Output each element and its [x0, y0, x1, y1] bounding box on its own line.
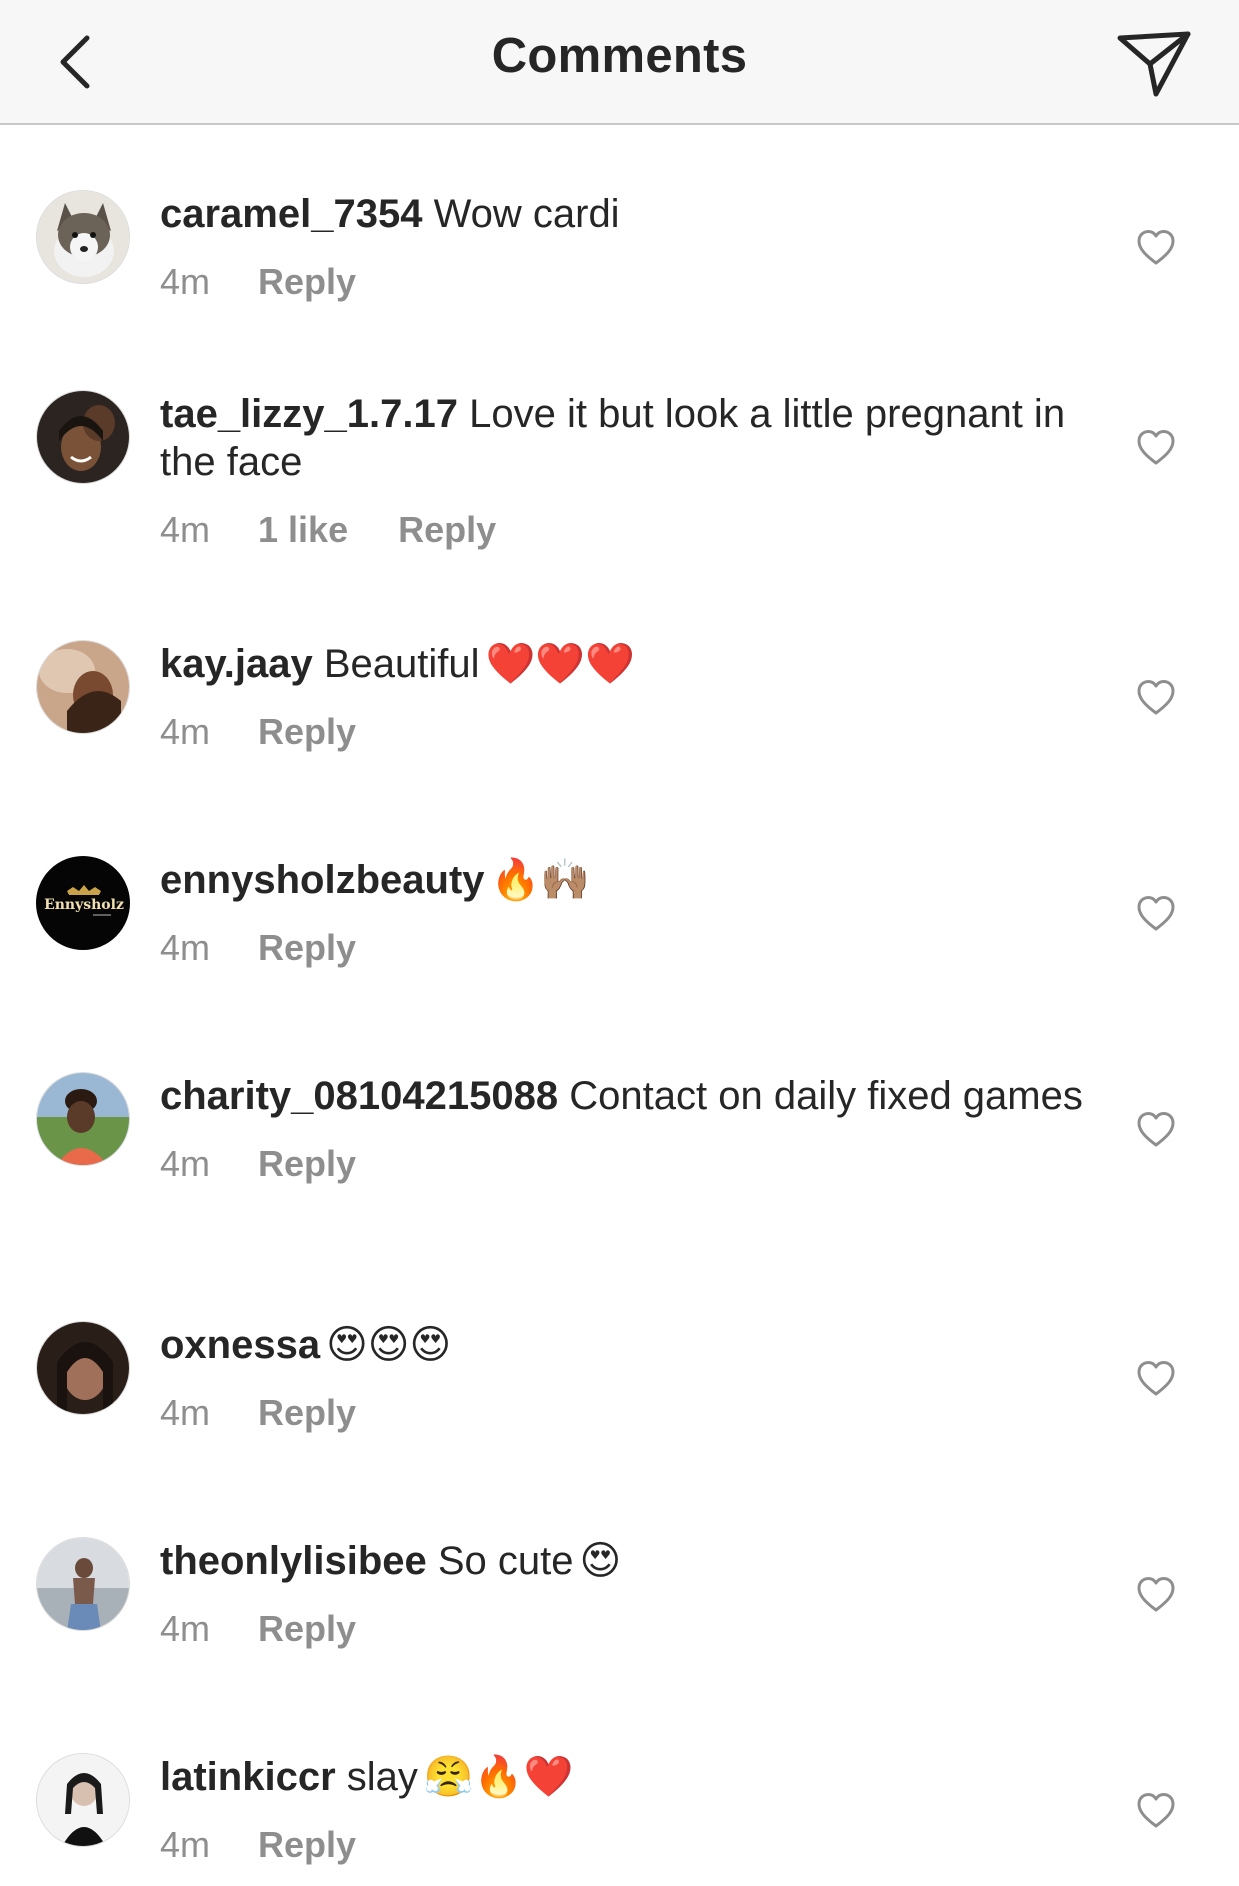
comment-text: charity_08104215088 Contact on daily fix…	[160, 1072, 1090, 1120]
page-title: Comments	[491, 29, 748, 83]
comment-username[interactable]: oxnessa	[160, 1323, 320, 1367]
comment-emoji: 🔥🙌🏽	[490, 857, 591, 903]
comment-meta: 4m 1 like Reply	[160, 508, 1090, 552]
comment-username[interactable]: charity_08104215088	[160, 1074, 558, 1118]
comment-username[interactable]: caramel_7354	[160, 192, 422, 236]
comment-likes[interactable]: 1 like	[258, 508, 348, 552]
comment-time: 4m	[160, 261, 211, 302]
comment-time: 4m	[160, 927, 211, 968]
comment-emoji: 😍😍😍	[326, 1322, 452, 1368]
avatar[interactable]: Ennysholz	[36, 856, 130, 950]
comment-meta: 4m Reply	[160, 1823, 1090, 1867]
avatar-brand-text: Ennysholz	[44, 897, 124, 913]
comment-time: 4m	[160, 1824, 211, 1865]
comment-message: Contact on daily fixed games	[569, 1074, 1083, 1118]
comment-text: kay.jaay Beautiful ❤️❤️❤️	[160, 640, 1090, 688]
comment-username[interactable]: kay.jaay	[160, 642, 313, 686]
reply-button[interactable]: Reply	[258, 1823, 356, 1867]
comment-time: 4m	[160, 509, 211, 550]
comment-time: 4m	[160, 711, 211, 752]
comment-time: 4m	[160, 1143, 211, 1184]
avatar[interactable]	[36, 640, 130, 734]
avatar[interactable]	[36, 1072, 130, 1166]
heart-outline-icon[interactable]	[1136, 678, 1176, 718]
comment-text: theonlylisibee So cute 😍	[160, 1537, 1090, 1585]
comment-message: Beautiful	[323, 642, 480, 686]
comment-message: Wow cardi	[433, 192, 620, 236]
comment-text: caramel_7354 Wow cardi	[160, 190, 1090, 238]
reply-button[interactable]: Reply	[258, 926, 356, 970]
comment-username[interactable]: latinkiccr	[160, 1755, 336, 1799]
reply-button[interactable]: Reply	[258, 1607, 356, 1651]
comment-text: tae_lizzy_1.7.17 Love it but look a litt…	[160, 390, 1090, 486]
comment-time: 4m	[160, 1392, 211, 1433]
avatar[interactable]	[36, 1537, 130, 1631]
comment-text: oxnessa 😍😍😍	[160, 1321, 1090, 1369]
reply-button[interactable]: Reply	[258, 710, 356, 754]
comment-message: slay	[346, 1755, 418, 1799]
comment-emoji: 😤🔥❤️	[423, 1754, 574, 1800]
comment-meta: 4m Reply	[160, 1391, 1090, 1435]
comment-meta: 4m Reply	[160, 710, 1090, 754]
heart-outline-icon[interactable]	[1136, 1110, 1176, 1150]
comment-text: ennysholzbeauty 🔥🙌🏽	[160, 856, 1090, 904]
comment-emoji: ❤️❤️❤️	[485, 641, 635, 687]
heart-outline-icon[interactable]	[1136, 228, 1176, 268]
reply-button[interactable]: Reply	[258, 1142, 356, 1186]
share-button[interactable]	[1109, 18, 1199, 108]
heart-outline-icon[interactable]	[1136, 1791, 1176, 1831]
avatar[interactable]	[36, 1753, 130, 1847]
comment-emoji: 😍	[579, 1538, 622, 1584]
comment-username[interactable]: theonlylisibee	[160, 1539, 427, 1583]
avatar[interactable]	[36, 190, 130, 284]
comment-username[interactable]: ennysholzbeauty	[160, 858, 485, 902]
heart-outline-icon[interactable]	[1136, 1575, 1176, 1615]
reply-button[interactable]: Reply	[398, 508, 496, 552]
comment-meta: 4m Reply	[160, 260, 1090, 304]
paper-plane-icon	[1117, 31, 1191, 97]
comment-message: So cute	[437, 1539, 574, 1583]
comment-meta: 4m Reply	[160, 1142, 1090, 1186]
heart-outline-icon[interactable]	[1136, 1359, 1176, 1399]
comment-meta: 4m Reply	[160, 926, 1090, 970]
header-bar: Comments	[0, 0, 1239, 125]
comment-time: 4m	[160, 1608, 211, 1649]
avatar[interactable]	[36, 1321, 130, 1415]
comment-username[interactable]: tae_lizzy_1.7.17	[160, 392, 458, 436]
heart-outline-icon[interactable]	[1136, 428, 1176, 468]
reply-button[interactable]: Reply	[258, 1391, 356, 1435]
comment-text: latinkiccr slay 😤🔥❤️	[160, 1753, 1090, 1801]
reply-button[interactable]: Reply	[258, 260, 356, 304]
heart-outline-icon[interactable]	[1136, 894, 1176, 934]
comment-meta: 4m Reply	[160, 1607, 1090, 1651]
avatar[interactable]	[36, 390, 130, 484]
